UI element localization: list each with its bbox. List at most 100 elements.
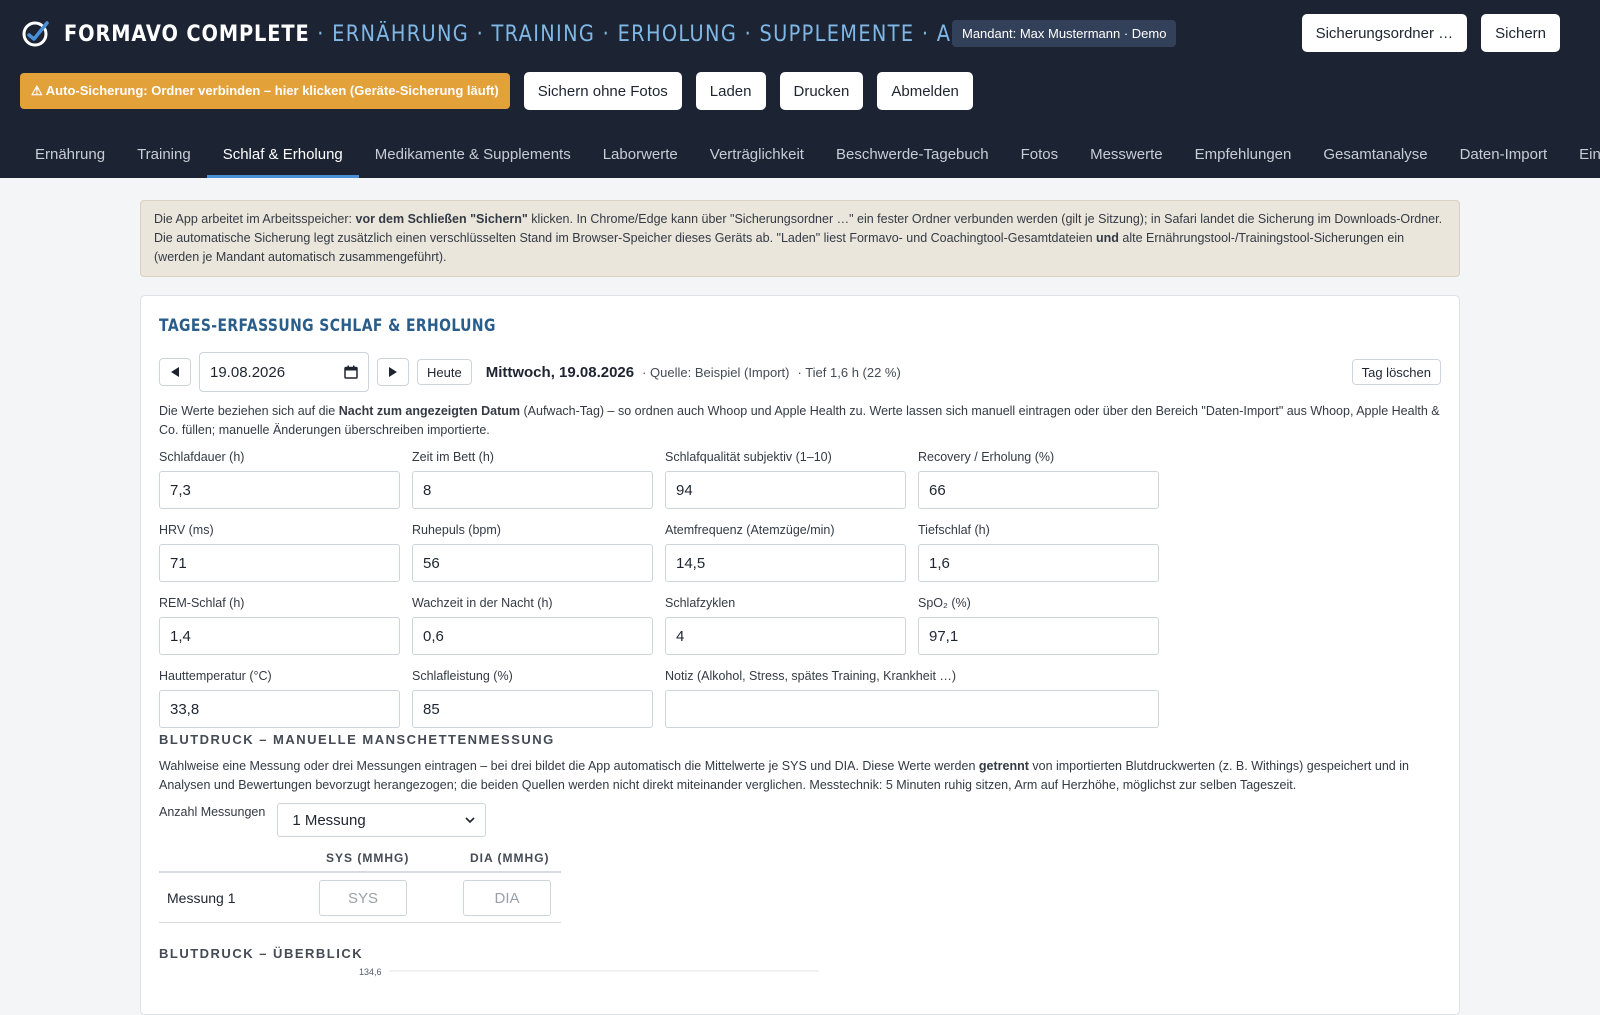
- desc-bold: Nacht zum angezeigten Datum: [338, 404, 521, 418]
- count-label: Anzahl Messungen: [159, 805, 266, 819]
- field-label: Wachzeit in der Nacht (h): [412, 596, 553, 610]
- field-label: Notiz (Alkohol, Stress, spätes Training,…: [665, 669, 957, 683]
- next-day-button[interactable]: [377, 358, 409, 386]
- tab-gesamtanalyse[interactable]: Gesamtanalyse: [1307, 136, 1443, 178]
- col-dia: DIA (MMHG): [470, 851, 550, 865]
- sys-input[interactable]: SYS: [319, 880, 407, 916]
- spo2-input[interactable]: 97,1: [918, 617, 1159, 655]
- field-recovery: Recovery / Erholung (%) 66: [918, 450, 1159, 509]
- today-button[interactable]: Heute: [417, 359, 472, 385]
- auto-backup-warning-button[interactable]: ⚠ Auto-Sicherung: Ordner verbinden – hie…: [20, 73, 510, 109]
- field-rem-schlaf: REM-Schlaf (h) 1,4: [159, 596, 400, 655]
- field-schlafleistung: Schlafleistung (%) 85: [412, 669, 653, 728]
- action-row: ⚠ Auto-Sicherung: Ordner verbinden – hie…: [20, 72, 973, 110]
- bp-desc-bold: getrennt: [978, 759, 1029, 773]
- bp-description: Wahlweise eine Messung oder drei Messung…: [159, 757, 1449, 795]
- chevron-down-icon: [465, 816, 475, 823]
- field-spo2: SpO₂ (%) 97,1: [918, 596, 1159, 655]
- tab-daten-import[interactable]: Daten-Import: [1444, 136, 1564, 178]
- tab-training[interactable]: Training: [121, 136, 207, 178]
- schlafleistung-input[interactable]: 85: [412, 690, 653, 728]
- measurement-count-select[interactable]: 1 Messung: [277, 803, 487, 837]
- zeit-im-bett-input[interactable]: 8: [412, 471, 653, 509]
- rem-schlaf-input[interactable]: 1,4: [159, 617, 400, 655]
- delete-day-button[interactable]: Tag löschen: [1351, 359, 1441, 385]
- tab-fotos[interactable]: Fotos: [1005, 136, 1075, 178]
- bp-manual-title: BLUTDRUCK – MANUELLE MANSCHETTENMESSUNG: [159, 732, 555, 747]
- tab-beschwerde-tagebuch[interactable]: Beschwerde-Tagebuch: [820, 136, 1005, 178]
- field-label: Hauttemperatur (°C): [159, 669, 272, 683]
- ruhepuls-input[interactable]: 56: [412, 544, 653, 582]
- date-input-value: 19.08.2026: [210, 363, 286, 381]
- date-row: 19.08.2026 Heute Mittwoch, 19.08.2026 · …: [159, 352, 1441, 392]
- logout-button[interactable]: Abmelden: [877, 72, 973, 110]
- load-button[interactable]: Laden: [695, 72, 766, 110]
- triangle-right-icon: [389, 367, 397, 377]
- field-label: Schlafzyklen: [665, 596, 736, 610]
- field-wachzeit: Wachzeit in der Nacht (h) 0,6: [412, 596, 653, 655]
- save-without-photos-button[interactable]: Sichern ohne Fotos: [523, 72, 682, 110]
- bp-table-header: SYS (MMHG) DIA (MMHG): [159, 843, 561, 873]
- prev-day-button[interactable]: [159, 358, 191, 386]
- backup-folder-button[interactable]: Sicherungsordner …: [1301, 14, 1468, 52]
- calendar-icon: [344, 365, 358, 379]
- tab-messwerte[interactable]: Messwerte: [1074, 136, 1179, 178]
- schlafdauer-input[interactable]: 7,3: [159, 471, 400, 509]
- schlafqualitaet-input[interactable]: 94: [665, 471, 906, 509]
- bp-desc-text-1: Wahlweise eine Messung oder drei Messung…: [159, 759, 979, 773]
- field-hrv: HRV (ms) 71: [159, 523, 400, 582]
- notice-bold-2: und: [1096, 231, 1119, 245]
- row-label: Messung 1: [167, 890, 236, 906]
- measurement-count-row: Anzahl Messungen 1 Messung: [159, 803, 487, 837]
- tab-ernaehrung[interactable]: Ernährung: [19, 136, 121, 178]
- date-label: Mittwoch, 19.08.2026: [485, 363, 635, 381]
- hrv-input[interactable]: 71: [159, 544, 400, 582]
- tab-vertraeglichkeit[interactable]: Verträglichkeit: [694, 136, 820, 178]
- tab-laborwerte[interactable]: Laborwerte: [587, 136, 694, 178]
- field-hauttemperatur: Hauttemperatur (°C) 33,8: [159, 669, 400, 728]
- mandant-badge: Mandant: Max Mustermann · Demo: [952, 20, 1177, 47]
- field-schlafzyklen: Schlafzyklen 4: [665, 596, 906, 655]
- field-label: SpO₂ (%): [918, 596, 971, 610]
- date-input[interactable]: 19.08.2026: [199, 352, 369, 392]
- table-row: Messung 1 SYS DIA: [159, 873, 561, 923]
- schlafzyklen-input[interactable]: 4: [665, 617, 906, 655]
- field-zeit-im-bett: Zeit im Bett (h) 8: [412, 450, 653, 509]
- info-notice: Die App arbeitet im Arbeitsspeicher: vor…: [140, 200, 1460, 277]
- brand-row: FORMAVO COMPLETE · ERNÄHRUNG · TRAINING …: [20, 14, 1580, 54]
- tab-schlaf-erholung[interactable]: Schlaf & Erholung: [206, 136, 359, 178]
- field-label: Schlafleistung (%): [412, 669, 513, 683]
- print-button[interactable]: Drucken: [779, 72, 864, 110]
- tab-einstellungen[interactable]: Ein: [1563, 136, 1600, 178]
- select-value: 1 Messung: [292, 811, 366, 829]
- sleep-entry-card: TAGES-ERFASSUNG SCHLAF & ERHOLUNG 19.08.…: [140, 295, 1460, 1015]
- field-ruhepuls: Ruhepuls (bpm) 56: [412, 523, 653, 582]
- field-schlafqualitaet: Schlafqualität subjektiv (1–10) 94: [665, 450, 906, 509]
- dia-input[interactable]: DIA: [463, 880, 551, 916]
- desc-text-1: Die Werte beziehen sich auf die: [159, 404, 339, 418]
- hauttemperatur-input[interactable]: 33,8: [159, 690, 400, 728]
- save-button[interactable]: Sichern: [1481, 14, 1560, 52]
- triangle-left-icon: [171, 367, 179, 377]
- bp-overview-chart: 134,6: [359, 967, 819, 977]
- field-label: Atemfrequenz (Atemzüge/min): [665, 523, 835, 537]
- field-label: Ruhepuls (bpm): [412, 523, 501, 537]
- atemfrequenz-input[interactable]: 14,5: [665, 544, 906, 582]
- field-label: Schlafdauer (h): [159, 450, 245, 464]
- field-label: Tiefschlaf (h): [918, 523, 990, 537]
- tab-empfehlungen[interactable]: Empfehlungen: [1179, 136, 1308, 178]
- deep-sleep-summary: · Tief 1,6 h (22 %): [797, 364, 901, 380]
- field-tiefschlaf: Tiefschlaf (h) 1,6: [918, 523, 1159, 582]
- field-label: Zeit im Bett (h): [412, 450, 494, 464]
- source-label: · Quelle: Beispiel (Import): [642, 364, 790, 380]
- field-schlafdauer: Schlafdauer (h) 7,3: [159, 450, 400, 509]
- card-description: Die Werte beziehen sich auf die Nacht zu…: [159, 402, 1449, 440]
- logo-check-icon: [22, 21, 49, 47]
- notiz-input[interactable]: [665, 690, 1159, 728]
- top-bar: FORMAVO COMPLETE · ERNÄHRUNG · TRAINING …: [0, 0, 1600, 178]
- wachzeit-input[interactable]: 0,6: [412, 617, 653, 655]
- recovery-input[interactable]: 66: [918, 471, 1159, 509]
- card-title: TAGES-ERFASSUNG SCHLAF & ERHOLUNG: [159, 316, 496, 336]
- tab-medikamente-supplements[interactable]: Medikamente & Supplements: [359, 136, 587, 178]
- tiefschlaf-input[interactable]: 1,6: [918, 544, 1159, 582]
